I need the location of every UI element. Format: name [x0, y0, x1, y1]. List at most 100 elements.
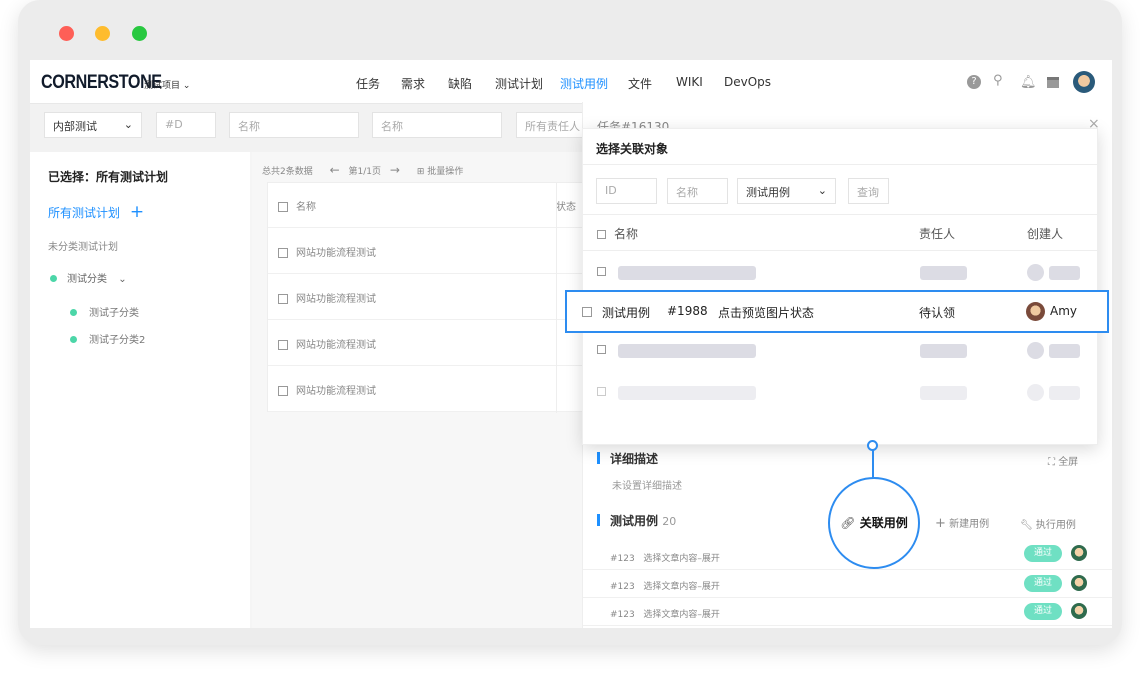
selected-label: 已选择：所有测试计划 — [48, 170, 169, 184]
user-avatar[interactable] — [1073, 71, 1095, 93]
type-select[interactable]: 内部测试 ⌄ — [44, 112, 142, 138]
name-input[interactable]: 名称 — [229, 112, 359, 138]
query-button[interactable]: 查询 — [848, 178, 889, 204]
nav-test-cases[interactable]: 测试用例 — [560, 75, 608, 92]
skeleton-bar — [618, 386, 756, 400]
batch-icon: ⊞ — [416, 167, 425, 177]
case-type: 测试用例 — [602, 306, 651, 320]
nav-defects[interactable]: 缺陷 — [448, 75, 472, 92]
table-header: 名称 状态 — [268, 183, 598, 228]
placeholder-row[interactable] — [583, 371, 1099, 411]
description-title: 详细描述 — [610, 452, 659, 466]
name-input-2[interactable]: 名称 — [372, 112, 502, 138]
fullscreen-label: 全屏 — [1058, 457, 1079, 468]
nav-tasks[interactable]: 任务 — [356, 75, 380, 92]
skeleton-bar — [618, 344, 756, 358]
subcategory-item[interactable]: 测试子分类 — [70, 304, 139, 319]
modal-name-input[interactable]: 名称 — [667, 178, 728, 204]
project-selector[interactable]: 测试项目 ⌄ — [144, 78, 190, 91]
table-row[interactable]: 网站功能流程测试 — [268, 228, 598, 274]
help-icon[interactable]: ? — [967, 75, 981, 89]
table-row[interactable]: 网站功能流程测试 — [268, 366, 598, 412]
chevron-down-icon: ⌄ — [123, 118, 133, 131]
run-case-button[interactable]: 🔧︎ 执行用例 — [1020, 516, 1076, 531]
dot-icon — [50, 275, 57, 282]
category-label: 测试分类 — [67, 274, 107, 285]
maximize-window-button[interactable] — [132, 26, 147, 41]
column-divider — [556, 183, 557, 413]
nav-test-plans[interactable]: 测试计划 — [495, 75, 543, 92]
row-name: 网站功能流程测试 — [296, 248, 376, 259]
skeleton-bar — [920, 344, 967, 358]
row-name: 网站功能流程测试 — [296, 294, 376, 305]
new-case-button[interactable]: + 新建用例 — [935, 515, 989, 531]
type-value: 内部测试 — [53, 120, 97, 133]
new-case-label: 新建用例 — [949, 519, 990, 530]
fullscreen-button[interactable]: ⛶ 全屏 — [1048, 453, 1078, 468]
nav-wiki[interactable]: WIKI — [676, 75, 703, 89]
uncategorized-plans[interactable]: 未分类测试计划 — [48, 238, 118, 253]
modal-title: 选择关联对象 — [596, 142, 669, 156]
id-input[interactable]: #D — [156, 112, 216, 138]
case-id: #123 — [610, 554, 635, 564]
placeholder-row[interactable] — [583, 329, 1099, 369]
checkbox[interactable] — [597, 387, 606, 396]
cases-title: 测试用例 20 — [610, 512, 676, 529]
chevron-down-icon: ⌄ — [817, 184, 827, 197]
col-status: 状态 — [556, 202, 576, 213]
cases-count: 20 — [662, 515, 677, 528]
nav-requirements[interactable]: 需求 — [401, 75, 425, 92]
checkbox[interactable] — [278, 386, 288, 396]
skeleton-avatar — [1027, 384, 1044, 401]
search-icon[interactable]: ⚲ — [993, 73, 1003, 88]
modal-type-select[interactable]: 测试用例 ⌄ — [737, 178, 836, 204]
checkbox[interactable] — [597, 267, 606, 276]
skeleton-bar — [920, 266, 967, 280]
checkbox[interactable] — [278, 248, 288, 258]
skeleton-bar — [1049, 386, 1080, 400]
row-name: 网站功能流程测试 — [296, 340, 376, 351]
checkbox[interactable] — [278, 294, 288, 304]
expand-icon: ⛶ — [1048, 457, 1055, 468]
all-plans-link[interactable]: 所有测试计划 + — [48, 202, 144, 222]
avatar — [1071, 545, 1087, 561]
status-tag: 通过 — [1024, 545, 1062, 562]
callout-line — [872, 450, 874, 478]
checkbox[interactable] — [582, 307, 592, 317]
placeholder-row[interactable] — [583, 251, 1099, 291]
plus-icon[interactable]: + — [130, 202, 144, 222]
case-row[interactable]: #123 选择文章内容–展开 通过 — [583, 598, 1112, 626]
checkbox[interactable] — [597, 230, 606, 239]
bell-icon[interactable]: 🔔︎ — [1020, 75, 1037, 90]
arrow-left-icon[interactable]: ← — [330, 163, 340, 177]
table-row[interactable]: 网站功能流程测试 — [268, 274, 598, 320]
modal-id-input[interactable]: ID — [596, 178, 657, 204]
skeleton-avatar — [1027, 342, 1044, 359]
subcategory-item[interactable]: 测试子分类2 — [70, 331, 145, 346]
description-empty: 未设置详细描述 — [612, 481, 682, 492]
select-link-modal: 选择关联对象 ID 名称 测试用例 ⌄ 查询 名称 责任人 创建人 — [582, 128, 1099, 445]
nav-files[interactable]: 文件 — [628, 75, 652, 92]
link-case-button[interactable]: 🔗︎ 关联用例 — [828, 477, 920, 569]
case-owner: 待认领 — [919, 306, 956, 320]
batch-button[interactable]: 批量操作 — [427, 167, 463, 177]
plus-icon: + — [935, 516, 946, 531]
case-row[interactable]: #123 选择文章内容–展开 通过 — [583, 570, 1112, 598]
link-case-label: 关联用例 — [859, 516, 908, 530]
calendar-icon[interactable] — [1047, 77, 1059, 88]
arrow-right-icon[interactable]: → — [390, 163, 400, 177]
checkbox[interactable] — [278, 202, 288, 212]
checkbox[interactable] — [597, 345, 606, 354]
nav-devops[interactable]: DevOps — [724, 75, 771, 89]
category-item[interactable]: 测试分类 ⌄ — [50, 270, 127, 285]
highlighted-case-row[interactable]: 测试用例 #1988 点击预览图片状态 待认领 Amy — [565, 290, 1109, 333]
skeleton-bar — [1049, 266, 1080, 280]
avatar — [1071, 575, 1087, 591]
minimize-window-button[interactable] — [95, 26, 110, 41]
list-toolbar: 总共2条数据 ← 第1/1页 → ⊞ 批量操作 — [262, 163, 463, 177]
close-window-button[interactable] — [59, 26, 74, 41]
checkbox[interactable] — [278, 340, 288, 350]
page-indicator: 第1/1页 — [348, 167, 382, 177]
table-row[interactable]: 网站功能流程测试 — [268, 320, 598, 366]
run-case-label: 执行用例 — [1035, 520, 1076, 531]
